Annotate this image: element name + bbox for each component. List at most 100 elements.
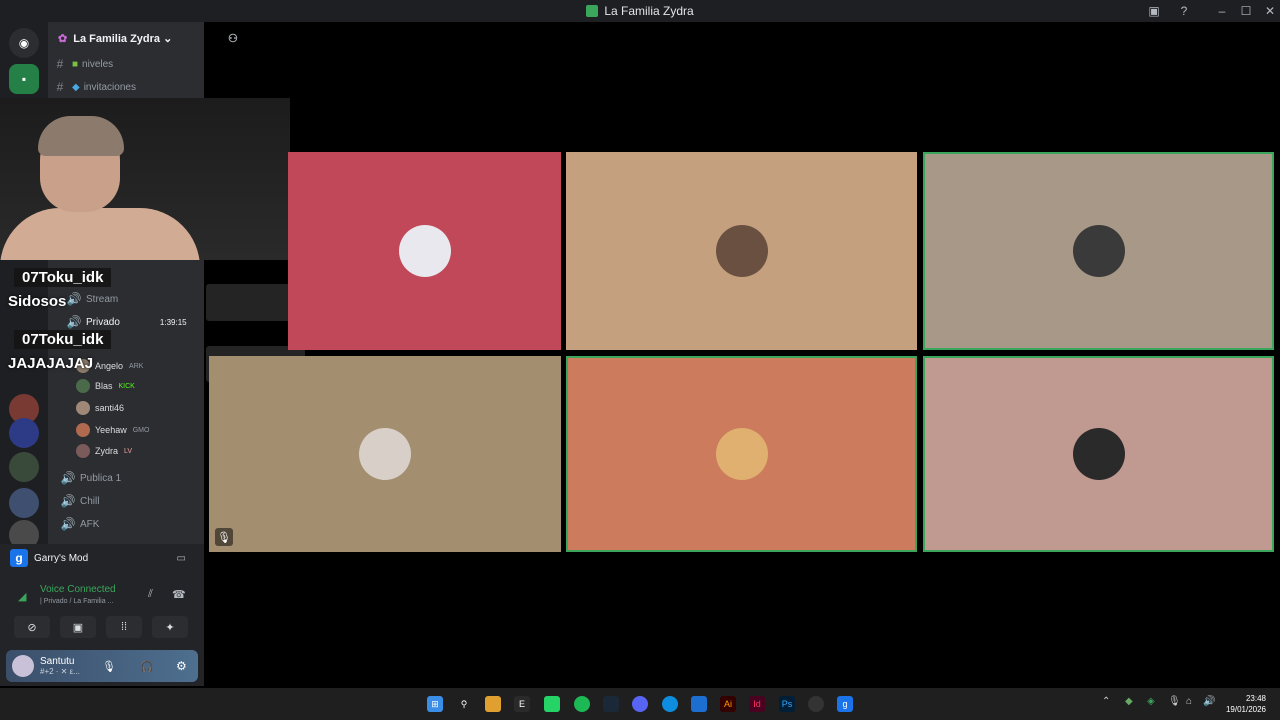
disconnect-icon[interactable]: ☎	[172, 588, 186, 601]
activities-button[interactable]: ⁞⁞	[106, 616, 142, 638]
discord-home-icon[interactable]: ◉	[9, 28, 39, 58]
file-explorer-icon[interactable]	[485, 696, 501, 712]
username: Santutu	[40, 656, 75, 667]
garrys-mod-taskbar-icon[interactable]: g	[837, 696, 853, 712]
member-name: Blas	[95, 381, 113, 391]
channel-label: Stream	[86, 293, 119, 305]
voice-channel-afk[interactable]: 🔊 AFK	[48, 514, 204, 534]
photoshop-icon[interactable]: Ps	[779, 696, 795, 712]
activity-name: Garry's Mod	[34, 552, 89, 564]
tray-mic-icon[interactable]: 🎙	[1168, 696, 1181, 707]
whatsapp-icon[interactable]	[544, 696, 560, 712]
participant-tile[interactable]: 🎙	[209, 356, 561, 552]
channel-label: Publica 1	[80, 472, 122, 484]
noise-suppression-icon[interactable]: ⫽	[148, 588, 153, 601]
microphone-icon[interactable]: 🎙	[102, 660, 116, 673]
system-clock[interactable]: 23:48 19/01/2026	[1226, 693, 1266, 715]
start-menu-icon[interactable]: ⊞	[427, 696, 443, 712]
activity-card[interactable]: g Garry's Mod ▭	[10, 544, 190, 572]
green-square-icon: ■	[72, 58, 79, 70]
server-folder-icon[interactable]	[9, 488, 39, 518]
member-name: Angelo	[95, 361, 124, 371]
voice-member[interactable]: Blas KICK	[76, 377, 135, 395]
participant-avatar	[359, 428, 411, 480]
voice-member[interactable]: santi46	[76, 399, 124, 417]
channel-invitaciones[interactable]: # ◆ invitaciones	[48, 77, 204, 97]
epic-games-icon[interactable]: E	[514, 696, 530, 712]
clock-time: 23:48	[1245, 694, 1266, 703]
voice-member[interactable]: Yeehaw GMO	[76, 421, 149, 439]
illustrator-icon[interactable]: Ai	[720, 696, 736, 712]
streamer-webcam	[0, 98, 290, 260]
soundboard-button[interactable]: ✦	[152, 616, 188, 638]
discord-icon[interactable]	[632, 696, 648, 712]
user-avatar[interactable]	[12, 655, 34, 677]
participant-tile[interactable]	[566, 152, 917, 350]
server-header[interactable]: ✿ La Familia Zydra ⌄ ⚇	[48, 22, 238, 54]
indesign-icon[interactable]: Id	[749, 696, 765, 712]
member-name: Zydra	[95, 446, 119, 456]
help-icon[interactable]: ?	[1170, 0, 1198, 22]
channel-label: invitaciones	[83, 81, 136, 93]
voice-status: Voice Connected	[40, 584, 116, 595]
share-screen-button[interactable]: ▣	[60, 616, 96, 638]
volume-icon[interactable]: 🔊	[1203, 696, 1215, 707]
voice-panel: g Garry's Mod ▭ ◢ Voice Connected | Priv…	[0, 544, 204, 686]
participant-avatar	[1072, 428, 1125, 480]
voice-channel-publica[interactable]: 🔊 Publica 1	[48, 468, 204, 488]
discord-app-icon	[586, 5, 599, 17]
network-icon[interactable]: ⌂	[1186, 696, 1192, 707]
tray-app-icon[interactable]: ◆	[1125, 696, 1133, 707]
channel-niveles[interactable]: # ■ niveles	[48, 54, 204, 74]
voice-channel-path[interactable]: | Privado / La Familia ...	[40, 598, 113, 605]
signal-icon[interactable]: ◢	[18, 590, 26, 603]
tray-expand-icon[interactable]: ⌃	[1102, 696, 1110, 707]
garrys-mod-icon: g	[10, 549, 28, 567]
channel-label: AFK	[80, 518, 100, 530]
close-button[interactable]: ✕	[1256, 0, 1280, 22]
server-icon-active[interactable]: ▪	[9, 64, 39, 94]
member-badge: KICK	[118, 382, 135, 390]
search-icon[interactable]: ⚲	[456, 696, 472, 712]
member-badge: LV	[124, 447, 133, 455]
participant-tile-speaking[interactable]	[923, 356, 1274, 552]
avatar	[76, 444, 90, 458]
inbox-icon[interactable]: ▣	[1140, 0, 1168, 22]
user-status: #+2 · ✕ ε...	[40, 667, 80, 676]
voice-channel-icon: 🔊	[60, 517, 76, 531]
steam-icon[interactable]	[603, 696, 619, 712]
channel-timer: 1:39:15	[159, 317, 187, 327]
edge-browser-icon[interactable]	[662, 696, 678, 712]
window-title: La Familia Zydra	[604, 4, 694, 18]
voice-member[interactable]: Zydra LV	[76, 442, 132, 460]
channel-privado[interactable]: 🔊 Privado 1:39:15	[48, 312, 204, 332]
spotify-icon[interactable]	[574, 696, 590, 712]
chat-username: 07Toku_idk	[14, 268, 112, 287]
chat-username: 07Toku_idk	[14, 330, 112, 349]
obs-icon[interactable]	[808, 696, 824, 712]
camera-button[interactable]: ⊘	[14, 616, 50, 638]
tray-shield-icon[interactable]: ◈	[1147, 696, 1155, 707]
channel-stream[interactable]: 🔊 Stream	[48, 289, 204, 309]
screen-share-icon[interactable]: ▭	[177, 553, 186, 564]
participant-tile-speaking[interactable]	[566, 356, 917, 552]
member-badge: GMO	[132, 426, 150, 434]
participant-tile[interactable]	[288, 152, 561, 350]
webcam-person-body	[0, 208, 200, 260]
game-launcher-icon[interactable]	[691, 696, 707, 712]
muted-mic-icon: 🎙	[215, 528, 233, 546]
chat-message: JAJAJAJAJ	[8, 355, 94, 372]
channel-label: Chill	[80, 495, 100, 507]
participant-tile-speaking[interactable]	[923, 152, 1274, 350]
headphones-icon[interactable]: 🎧	[140, 660, 154, 673]
avatar	[76, 401, 90, 415]
clock-date: 19/01/2026	[1225, 705, 1266, 714]
window-titlebar: La Familia Zydra	[0, 0, 1280, 22]
server-icon[interactable]	[9, 418, 39, 448]
user-panel[interactable]: Santutu #+2 · ✕ ε... 🎙 🎧 ⚙	[6, 650, 198, 682]
server-icon[interactable]	[9, 452, 39, 482]
settings-gear-icon[interactable]: ⚙	[176, 659, 187, 673]
voice-channel-chill[interactable]: 🔊 Chill	[48, 491, 204, 511]
member-badge: ARK	[129, 362, 144, 370]
add-member-icon[interactable]: ⚇	[228, 32, 238, 45]
